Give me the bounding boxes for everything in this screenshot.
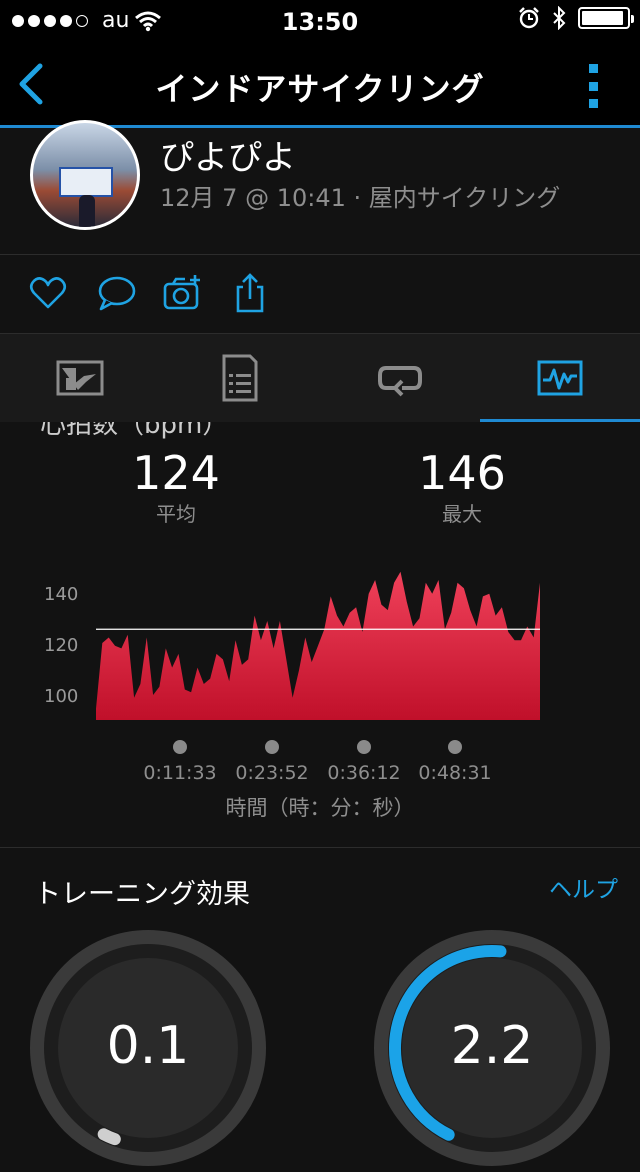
- overview-icon: [56, 360, 104, 396]
- x-tick-marker: [357, 740, 371, 754]
- tab-laps[interactable]: [320, 334, 480, 422]
- tab-overview[interactable]: [0, 334, 160, 422]
- heart-rate-section: 心拍数（bpm） 124 平均 146 最大 140 120 100 0:11:…: [0, 422, 640, 848]
- activity-meta: 12月 7 @ 10:41 · 屋内サイクリング: [160, 184, 561, 212]
- section-title: トレーニング効果: [34, 879, 250, 910]
- laps-icon: [378, 366, 422, 397]
- avatar[interactable]: [30, 120, 140, 230]
- activity-header: ぴよぴよ 12月 7 @ 10:41 · 屋内サイクリング: [0, 120, 640, 255]
- tab-details[interactable]: [160, 334, 320, 422]
- comment-icon[interactable]: [96, 273, 136, 313]
- aerobic-value: 0.1: [106, 1016, 190, 1076]
- aerobic-gauge: 0.1: [28, 928, 268, 1168]
- heart-icon[interactable]: [28, 273, 68, 313]
- x-tick-marker: [265, 740, 279, 754]
- battery-icon: [578, 7, 634, 29]
- share-icon[interactable]: [230, 273, 270, 313]
- action-bar: [0, 255, 640, 334]
- alarm-icon: [519, 7, 539, 29]
- tab-bar: [0, 334, 640, 422]
- user-name[interactable]: ぴよぴよ: [160, 130, 296, 179]
- x-axis-title: 時間（時：分：秒）: [225, 796, 415, 820]
- help-link[interactable]: ヘルプ: [549, 870, 618, 904]
- tab-charts[interactable]: [480, 334, 640, 422]
- bluetooth-icon: [553, 6, 566, 30]
- x-tick-marker: [173, 740, 187, 754]
- anaerobic-value: 2.2: [450, 1016, 534, 1076]
- charts-icon: [537, 360, 583, 396]
- nav-bar: インドアサイクリング: [0, 40, 640, 128]
- x-tick-label: 0:48:31: [418, 762, 492, 784]
- camera-add-icon[interactable]: [163, 273, 203, 313]
- more-vertical-icon[interactable]: [586, 64, 600, 108]
- training-effect-section: トレーニング効果 ヘルプ 0.1 2.2: [0, 848, 640, 1166]
- details-icon: [222, 354, 258, 402]
- anaerobic-gauge: 2.2: [372, 928, 612, 1168]
- page-title: インドアサイクリング: [155, 70, 485, 108]
- x-tick-marker: [448, 740, 462, 754]
- heart-rate-series: [96, 571, 540, 720]
- status-bar: au 13:50: [0, 0, 640, 40]
- status-right: [518, 6, 634, 30]
